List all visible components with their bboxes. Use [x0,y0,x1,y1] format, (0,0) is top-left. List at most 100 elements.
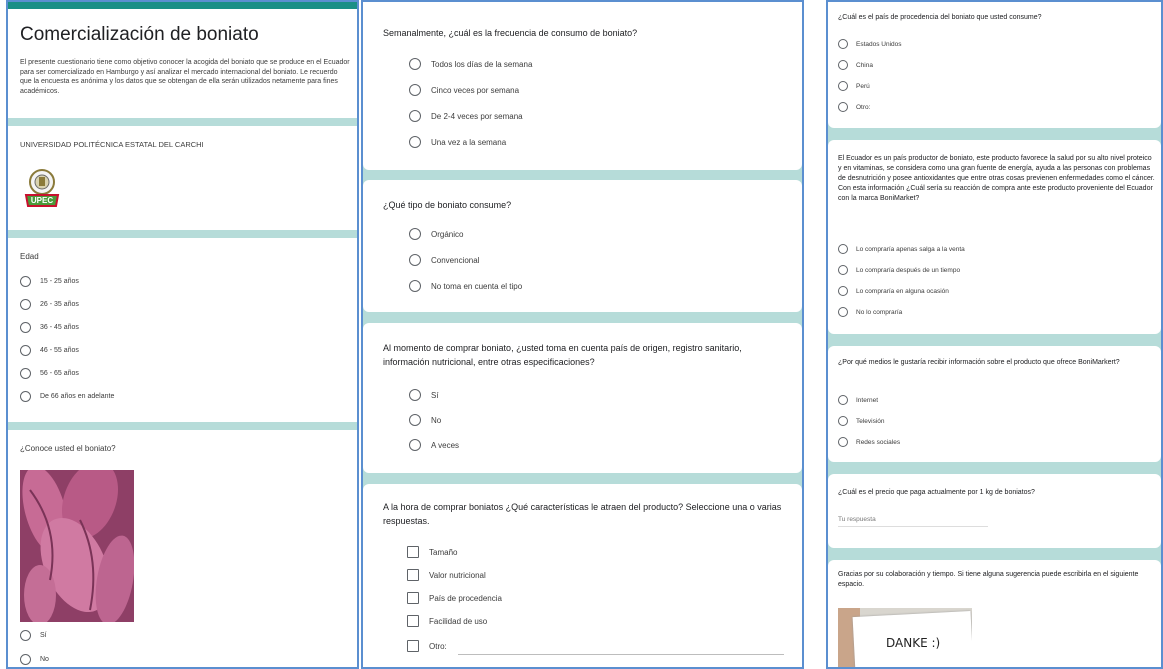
thanks-sign-text: DANKE :) [886,636,941,650]
radio-button[interactable] [20,654,31,665]
section-separator [8,422,357,430]
radio-option[interactable]: 56 - 65 años [20,368,79,379]
question-card-know: ¿Conoce usted el boniato? Sí No [8,430,357,667]
other-text-input[interactable] [458,654,784,655]
header-accent-bar [8,2,357,9]
form-panel-left: Comercialización de boniato El presente … [6,0,359,669]
radio-option[interactable]: Orgánico [409,228,463,240]
checkbox-option[interactable]: Tamaño [407,546,457,558]
radio-option[interactable]: Convencional [409,254,479,266]
price-text-input[interactable]: Tu respuesta [838,516,988,527]
option-label: Sí [40,632,47,639]
radio-button[interactable] [20,368,31,379]
checkbox[interactable] [407,546,419,558]
checkbox-option[interactable]: Facilidad de uso [407,615,487,627]
radio-option[interactable]: China [838,60,873,70]
radio-option[interactable]: Lo compraría apenas salga a la venta [838,244,965,254]
question-label: El Ecuador es un país productor de bonia… [838,155,1155,202]
boniato-image [20,470,134,622]
radio-option[interactable]: Lo compraría en alguna ocasión [838,286,949,296]
radio-option[interactable]: No toma en cuenta el tipo [409,280,522,292]
radio-button[interactable] [20,391,31,402]
radio-button[interactable] [409,280,421,292]
radio-option[interactable]: De 2-4 veces por semana [409,110,523,122]
checkbox-option[interactable]: País de procedencia [407,592,502,604]
option-label: Redes sociales [856,438,901,446]
radio-option[interactable]: Televisión [838,416,885,426]
checkbox-option-other[interactable]: Otro: [407,640,447,652]
radio-button[interactable] [838,81,848,91]
checkbox[interactable] [407,592,419,604]
radio-button[interactable] [838,286,848,296]
radio-button[interactable] [409,136,421,148]
question-card-age: Edad 15 - 25 años 26 - 35 años 36 - 45 a… [8,238,357,422]
radio-button[interactable] [409,84,421,96]
radio-option[interactable]: 26 - 35 años [20,299,79,310]
radio-option[interactable]: Cinco veces por semana [409,84,519,96]
option-label: País de procedencia [429,593,502,603]
radio-button[interactable] [838,395,848,405]
radio-option[interactable]: Sí [409,389,439,401]
radio-option[interactable]: 46 - 55 años [20,345,79,356]
radio-option[interactable]: No lo compraría [838,307,902,317]
radio-option[interactable]: Lo compraría después de un tiempo [838,265,960,275]
radio-button[interactable] [20,276,31,287]
checkbox-option[interactable]: Valor nutricional [407,569,486,581]
radio-button[interactable] [838,307,848,317]
radio-button[interactable] [20,345,31,356]
option-label: Valor nutricional [429,570,486,580]
radio-option[interactable]: De 66 años en adelante [20,391,114,402]
radio-option[interactable]: Todos los días de la semana [409,58,532,70]
option-label: Otro: [856,103,871,111]
radio-option[interactable]: A veces [409,439,459,451]
radio-option[interactable]: 36 - 45 años [20,322,79,333]
radio-button[interactable] [838,39,848,49]
radio-option[interactable]: Perú [838,81,870,91]
radio-button[interactable] [409,110,421,122]
radio-option-other[interactable]: Otro: [838,102,870,112]
radio-button[interactable] [409,439,421,451]
radio-option[interactable]: Una vez a la semana [409,136,506,148]
question-card-price: ¿Cuál es el precio que paga actualmente … [828,474,1161,548]
radio-option[interactable]: No [20,654,49,665]
form-title: Comercialización de boniato [20,24,259,45]
option-label: No [40,656,49,663]
radio-button[interactable] [838,416,848,426]
radio-button[interactable] [409,414,421,426]
radio-button[interactable] [20,299,31,310]
radio-button[interactable] [409,58,421,70]
option-label: China [856,61,873,69]
option-label: De 66 años en adelante [40,393,115,400]
radio-button[interactable] [838,265,848,275]
radio-option[interactable]: Redes sociales [838,437,900,447]
option-label: Lo compraría después de un tiempo [856,266,961,274]
checkbox[interactable] [407,640,419,652]
radio-button[interactable] [838,60,848,70]
radio-button[interactable] [838,437,848,447]
option-label: Tamaño [429,547,458,557]
checkbox[interactable] [407,569,419,581]
radio-option[interactable]: No [409,414,441,426]
option-label: A veces [431,440,460,450]
radio-button[interactable] [409,228,421,240]
option-label: Televisión [856,417,885,425]
radio-button[interactable] [20,322,31,333]
radio-button[interactable] [20,630,31,641]
option-label: Perú [856,82,870,90]
question-card-media: ¿Por qué medios le gustaría recibir info… [828,346,1161,462]
radio-option[interactable]: Internet [838,395,878,405]
question-label: ¿Por qué medios le gustaría recibir info… [838,359,1120,366]
checkbox[interactable] [407,615,419,627]
option-label: Convencional [431,255,480,265]
radio-option[interactable]: Sí [20,630,47,641]
question-card-frequency: Semanalmente, ¿cuál es la frecuencia de … [363,2,802,170]
university-logo: UPEC [20,166,64,210]
option-label: Lo compraría en alguna ocasión [856,287,949,295]
radio-option[interactable]: 15 - 25 años [20,276,79,287]
radio-button[interactable] [409,254,421,266]
university-name: UNIVERSIDAD POLITÉCNICA ESTATAL DEL CARC… [20,140,204,149]
radio-button[interactable] [838,102,848,112]
radio-option[interactable]: Estados Unidos [838,39,902,49]
radio-button[interactable] [409,389,421,401]
radio-button[interactable] [838,244,848,254]
